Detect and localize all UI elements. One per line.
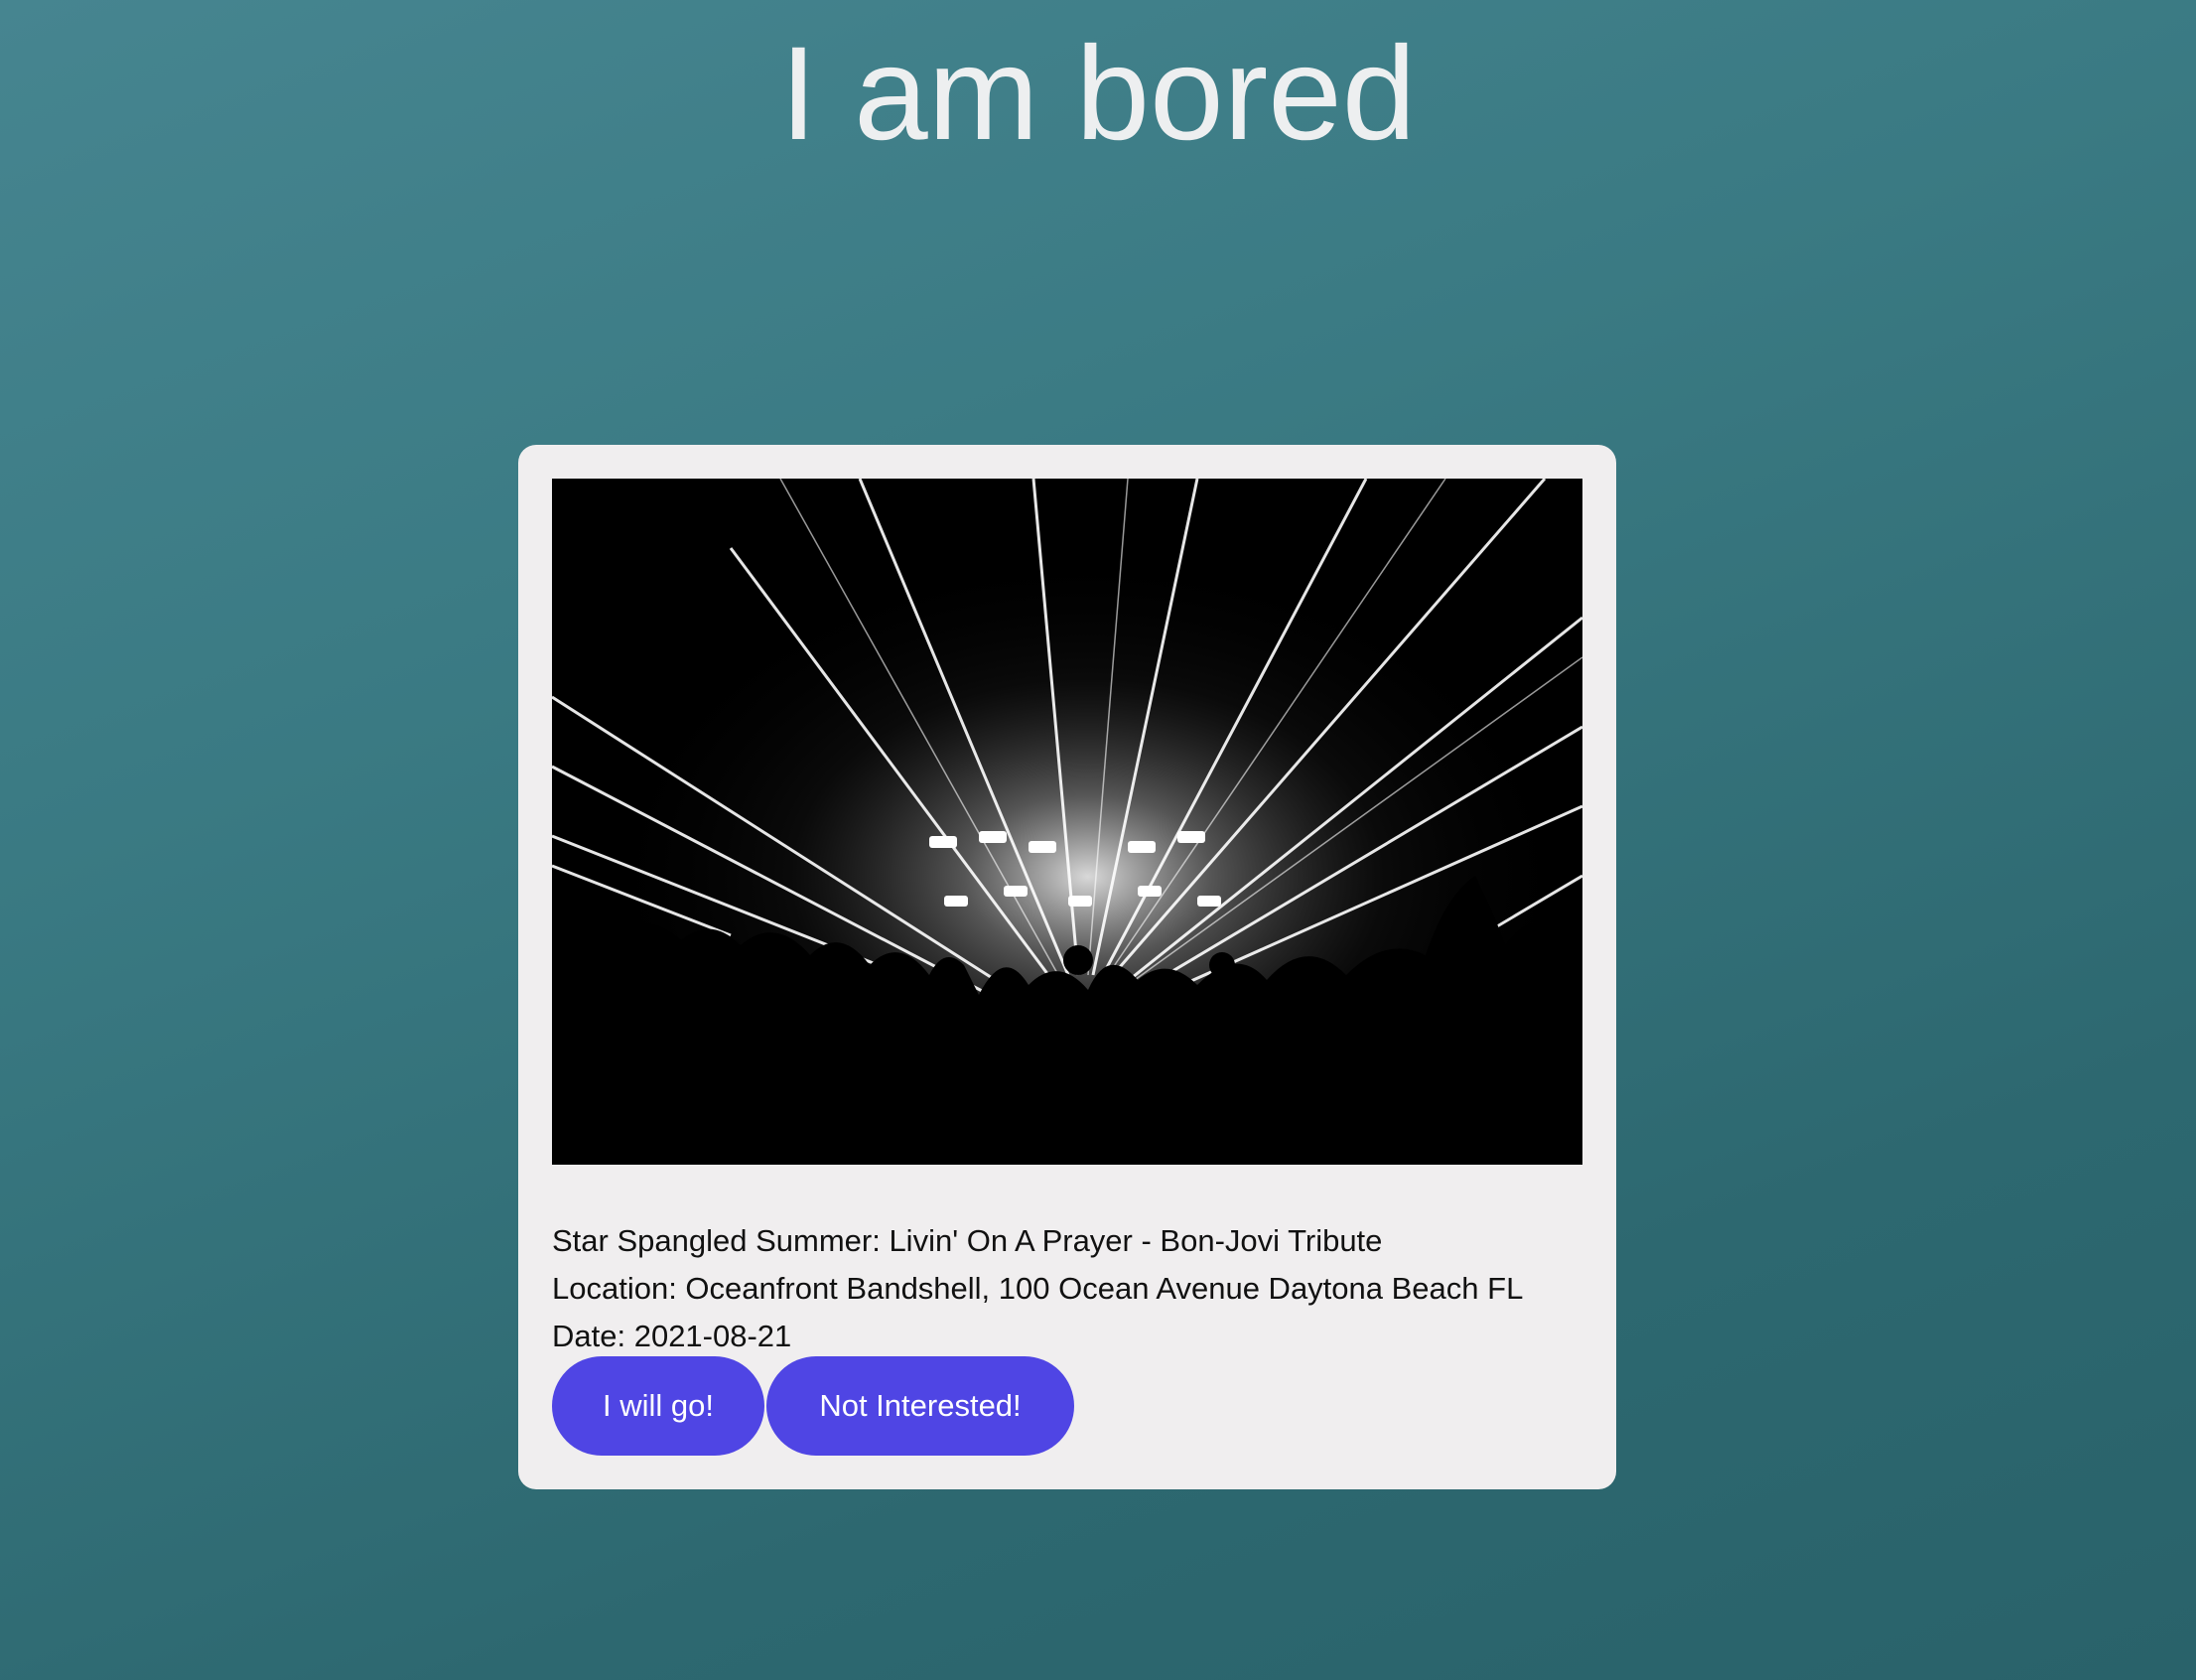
event-image [552,479,1582,1165]
not-interested-button[interactable]: Not Interested! [766,1356,1074,1456]
event-card: Star Spangled Summer: Livin' On A Prayer… [518,445,1616,1489]
event-date: Date: 2021-08-21 [552,1319,792,1353]
event-info: Star Spangled Summer: Livin' On A Prayer… [552,1217,1584,1360]
concert-photo-image [552,479,1582,1165]
event-location: Location: Oceanfront Bandshell, 100 Ocea… [552,1271,1524,1306]
will-go-button[interactable]: I will go! [552,1356,764,1456]
event-name: Star Spangled Summer: Livin' On A Prayer… [552,1223,1383,1258]
page-title: I am bored [779,20,1417,168]
action-buttons: I will go! Not Interested! [552,1356,1074,1456]
